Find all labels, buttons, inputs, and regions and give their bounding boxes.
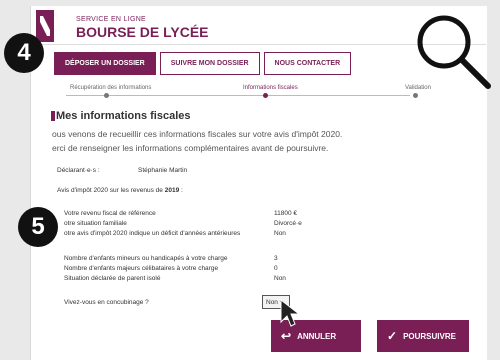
app-title: BOURSE DE LYCÉE (76, 24, 209, 40)
fiscal-row-value: 11800 € (274, 210, 298, 217)
tab-nous-contacter[interactable]: NOUS CONTACTER (263, 52, 352, 75)
children-row-value: Non (274, 275, 286, 282)
children-row-value: 0 (274, 265, 278, 272)
continue-button-label: POURSUIVRE (403, 331, 456, 341)
mouse-cursor-icon (280, 298, 301, 327)
children-row-label: Nombre d'enfants majeurs célibataires à … (64, 265, 219, 272)
continue-button[interactable]: ✓ POURSUIVRE (377, 320, 469, 352)
step-label-1: Récupération des informations (70, 85, 152, 91)
stepper-line (66, 95, 410, 96)
tab-deposer-dossier[interactable]: DÉPOSER UN DOSSIER (54, 52, 156, 75)
fiscal-row-value: Non (274, 230, 286, 237)
declarant-label: Déclarant·e·s : (57, 167, 100, 174)
tax-notice-heading: Avis d'impôt 2020 sur les revenus de 201… (57, 187, 183, 194)
tab-suivre-dossier[interactable]: SUIVRE MON DOSSIER (159, 52, 260, 75)
logo-icon (36, 10, 54, 42)
fiscal-row-value: Divorcé·e (274, 220, 302, 227)
arrow-left-icon: ↩ (281, 329, 292, 343)
declarant-value: Stéphanie Martin (138, 167, 188, 174)
step-label-2: Informations fiscales (243, 85, 298, 91)
section-title: Mes informations fiscales (56, 110, 191, 122)
main-nav: DÉPOSER UN DOSSIER SUIVRE MON DOSSIER NO… (54, 52, 352, 75)
concubinage-label: Vivez-vous en concubinage ? (64, 299, 149, 306)
fiscal-row-label: otre avis d'impôt 2020 indique un défici… (64, 230, 241, 237)
cancel-button-label: ANNULER (297, 331, 337, 341)
service-label: SERVICE EN LIGNE (76, 16, 147, 23)
annotation-badge-bottom: 5 (18, 207, 58, 247)
fiscal-row-label: Votre revenu fiscal de référence (64, 210, 156, 217)
tax-notice-year: 2019 (164, 187, 180, 194)
fiscal-row-label: otre situation familiale (64, 220, 127, 227)
intro-text-2: erci de renseigner les informations comp… (52, 143, 329, 153)
magnifier-icon (417, 15, 491, 89)
intro-text-1: ous venons de recueillir ces information… (52, 129, 343, 139)
concubinage-selected: Non (266, 299, 278, 306)
children-row-label: Situation déclarée de parent isolé (64, 275, 161, 282)
children-row-value: 3 (274, 255, 278, 262)
step-dot-1 (104, 93, 109, 98)
children-row-label: Nombre d'enfants mineurs ou handicapés à… (64, 255, 228, 262)
step-dot-2 (263, 93, 268, 98)
step-dot-3 (413, 93, 418, 98)
tax-notice-suffix: : (179, 187, 183, 194)
tax-notice-label: Avis d'impôt 2020 sur les revenus de (57, 187, 165, 194)
annotation-badge-top: 4 (4, 33, 44, 73)
section-marker (51, 111, 55, 121)
checkmark-icon: ✓ (387, 329, 398, 343)
